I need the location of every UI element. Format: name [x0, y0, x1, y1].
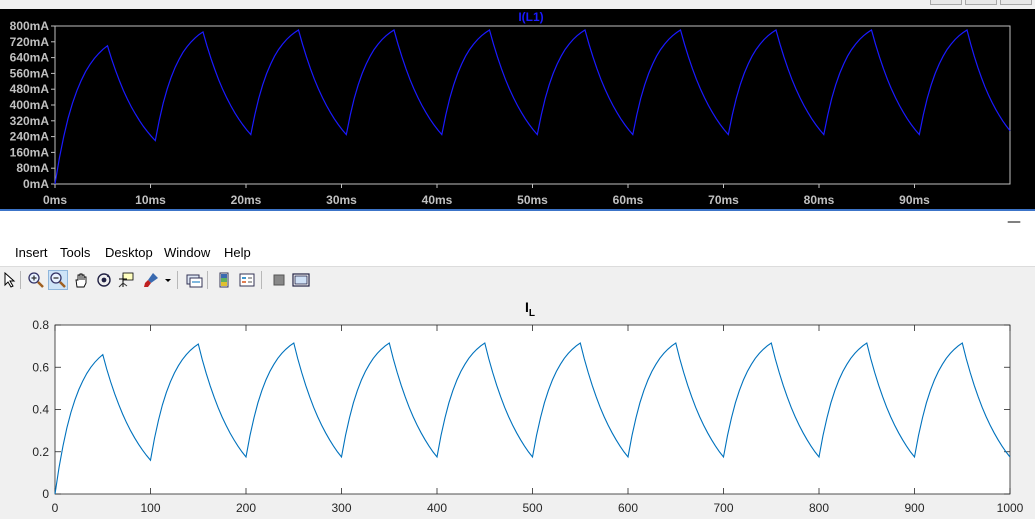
ltspice-plot[interactable]: I(L1) 800mA 720mA 640mA560mA 480mA 400mA 320m…: [0, 9, 1035, 209]
y-tick-label: 160mA: [10, 145, 50, 159]
trace-label[interactable]: I(L1): [518, 10, 543, 24]
data-cursor-icon[interactable]: [116, 270, 136, 290]
zoom-in-icon[interactable]: [26, 270, 46, 290]
x-tick-label: 90ms: [899, 193, 930, 207]
x-tick-label: 60ms: [613, 193, 644, 207]
y-tick-label: 720mA: [10, 35, 50, 49]
axes-title: IL: [525, 299, 535, 319]
matlab-axes[interactable]: IL 0.8 0.6 0.4 0.2 0 0 100 200 300 400 500 600 700 8…: [0, 293, 1035, 519]
x-tick-label: 80ms: [804, 193, 835, 207]
y-tick-label: 640mA: [10, 51, 50, 65]
x-tick-label: 70ms: [708, 193, 739, 207]
insert-legend-icon[interactable]: [237, 270, 257, 290]
axes-box: [54, 324, 1011, 495]
x-tick-label: 500: [522, 501, 542, 515]
y-tick-label: 400mA: [10, 98, 50, 112]
menu-desktop[interactable]: Desktop: [105, 245, 153, 260]
menu-tools[interactable]: Tools: [60, 245, 90, 260]
matlab-figure-area: IL 0.8 0.6 0.4 0.2 0 0 100 200 300 400 500 600 700 8…: [0, 293, 1035, 519]
x-tick-label: 40ms: [422, 193, 453, 207]
pointer-icon[interactable]: [0, 270, 20, 290]
hide-plot-tools-icon[interactable]: [269, 270, 289, 290]
panel-divider: [0, 209, 1035, 211]
minimize-icon[interactable]: —: [1007, 214, 1021, 230]
x-tick-label: 800: [809, 501, 829, 515]
y-tick-label: 0.6: [32, 360, 49, 374]
x-tick-label: 700: [713, 501, 733, 515]
trace-line: [54, 29, 1011, 185]
y-tick-label: 800mA: [10, 19, 50, 33]
x-tick-label: 30ms: [326, 193, 357, 207]
x-tick-label: 50ms: [517, 193, 548, 207]
ltspice-waveform-panel[interactable]: I(L1) 800mA 720mA 640mA 560mA 480mA 400mA 320m…: [0, 9, 1035, 209]
y-tick-label: 560mA: [10, 66, 50, 80]
x-tick-label: 10ms: [135, 193, 166, 207]
rotate-3d-icon[interactable]: [94, 270, 114, 290]
x-tick-label: 100: [140, 501, 160, 515]
ltspice-plot-frame: [54, 25, 1011, 185]
brush-icon[interactable]: [141, 270, 161, 290]
menu-insert[interactable]: Insert: [15, 245, 48, 260]
y-tick-label: 80mA: [16, 161, 49, 175]
window-button-minimize[interactable]: [930, 0, 962, 5]
toolbar-separator: [207, 271, 208, 289]
x-tick-label: 300: [331, 501, 351, 515]
x-tick-label: 900: [904, 501, 924, 515]
x-tick-label: 400: [427, 501, 447, 515]
menu-help[interactable]: Help: [224, 245, 251, 260]
brush-dropdown-icon[interactable]: [162, 270, 174, 290]
y-tick-label: 0.8: [32, 318, 49, 332]
menu-bar: Insert Tools Desktop Window Help: [0, 243, 1035, 263]
x-tick-label: 1000: [997, 501, 1024, 515]
y-tick-label: 0mA: [23, 177, 49, 191]
window-button-close[interactable]: [1000, 0, 1032, 5]
x-tick-label: 0: [52, 501, 59, 515]
link-plot-icon[interactable]: [184, 270, 204, 290]
toolbar-separator: [261, 271, 262, 289]
y-tick-label: 240mA: [10, 130, 50, 144]
show-plot-tools-icon[interactable]: [291, 270, 311, 290]
window-button-maximize[interactable]: [965, 0, 997, 5]
figure-toolbar: [0, 266, 1035, 294]
x-tick-label: 600: [618, 501, 638, 515]
y-tick-label: 0: [42, 487, 49, 501]
y-tick-label: 0.4: [32, 403, 49, 417]
x-tick-label: 0ms: [43, 193, 67, 207]
y-tick-label: 0.2: [32, 445, 49, 459]
y-tick-label: 320mA: [10, 114, 50, 128]
x-tick-label: 20ms: [231, 193, 262, 207]
y-tick-label: 480mA: [10, 82, 50, 96]
insert-colorbar-icon[interactable]: [214, 270, 234, 290]
pan-hand-icon[interactable]: [71, 270, 91, 290]
toolbar-separator: [177, 271, 178, 289]
menu-window[interactable]: Window: [164, 245, 210, 260]
toolbar-separator: [20, 271, 21, 289]
zoom-out-icon[interactable]: [48, 270, 68, 290]
x-tick-label: 200: [236, 501, 256, 515]
